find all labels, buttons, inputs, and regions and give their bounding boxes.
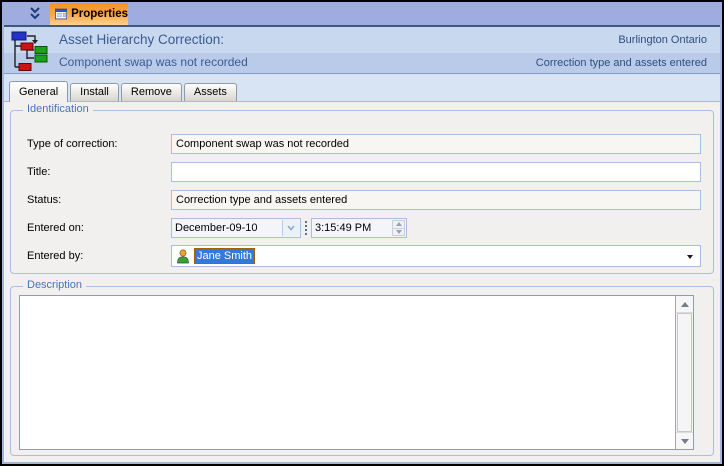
status-label: Status:	[27, 194, 62, 206]
header-location: Burlington Ontario	[618, 34, 707, 46]
date-time-separator	[305, 221, 309, 235]
entered-on-date-picker[interactable]: December-09-10	[171, 218, 301, 238]
chevron-double-down-icon	[30, 7, 40, 20]
properties-tab[interactable]: Properties	[50, 3, 128, 25]
type-of-correction-label: Type of correction:	[27, 138, 118, 150]
time-spin-up-button[interactable]	[392, 220, 405, 229]
titlebar-title: Properties	[71, 8, 128, 20]
title-field[interactable]	[171, 162, 701, 182]
description-group: Description	[10, 279, 714, 456]
identification-legend: Identification	[23, 103, 93, 115]
header-status: Correction type and assets entered	[535, 57, 707, 69]
time-spinner	[392, 220, 405, 236]
page-subtitle: Component swap was not recorded	[59, 55, 248, 69]
combo-dropdown-icon[interactable]	[687, 255, 693, 259]
page-title: Asset Hierarchy Correction:	[59, 32, 225, 47]
entered-by-combobox[interactable]: Jane Smith	[171, 245, 701, 267]
titlebar: Properties	[2, 2, 722, 27]
arrow-up-icon	[395, 222, 402, 227]
scrollbar-thumb[interactable]	[677, 313, 692, 432]
tab-assets[interactable]: Assets	[183, 83, 237, 101]
description-legend: Description	[23, 279, 87, 291]
chevron-down-icon	[287, 225, 295, 231]
tab-general[interactable]: General	[9, 81, 69, 102]
entered-on-time-value: 3:15:49 PM	[315, 222, 372, 234]
header: Asset Hierarchy Correction: Component sw…	[2, 27, 722, 80]
arrow-down-icon	[395, 229, 402, 234]
collapse-button[interactable]	[28, 6, 46, 22]
tab-install[interactable]: Install	[70, 83, 119, 101]
time-spin-down-button[interactable]	[392, 228, 405, 236]
tab-remove[interactable]: Remove	[120, 83, 182, 101]
arrow-up-icon	[680, 301, 689, 307]
window-bottom-accent	[2, 462, 722, 464]
description-textarea[interactable]	[19, 295, 694, 450]
date-dropdown-button[interactable]	[282, 220, 299, 236]
status-field[interactable]: Correction type and assets entered	[171, 190, 701, 210]
entered-by-label: Entered by:	[27, 250, 84, 262]
scroll-down-button[interactable]	[676, 432, 693, 449]
description-scrollbar[interactable]	[675, 296, 693, 449]
entered-on-time-field[interactable]: 3:15:49 PM	[311, 218, 407, 238]
entered-on-date-value: December-09-10	[175, 222, 258, 234]
asset-hierarchy-icon	[10, 30, 52, 81]
identification-group: Identification Type of correction: Compo…	[10, 103, 714, 274]
type-of-correction-field[interactable]: Component swap was not recorded	[171, 134, 701, 154]
title-label: Title:	[27, 166, 51, 178]
general-tab-page: Identification Type of correction: Compo…	[2, 101, 722, 462]
entered-by-selected-value: Jane Smith	[194, 248, 256, 264]
person-icon	[177, 249, 189, 263]
window-form-icon	[55, 8, 68, 20]
tab-strip: General Install Remove Assets	[2, 80, 722, 102]
entered-on-label: Entered on:	[27, 222, 84, 234]
properties-window: Properties Asset Hierarchy Correction: C…	[0, 0, 724, 466]
arrow-down-icon	[680, 438, 689, 444]
scroll-up-button[interactable]	[676, 296, 693, 313]
